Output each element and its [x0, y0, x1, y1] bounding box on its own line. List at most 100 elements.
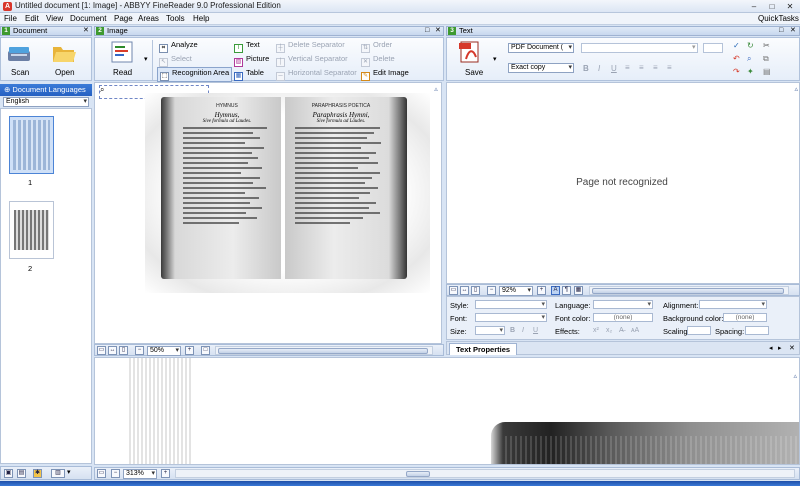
- font-select[interactable]: [475, 313, 547, 322]
- cut-icon[interactable]: ✂: [763, 41, 770, 50]
- vertical-scroll-arrows[interactable]: ▵: [432, 85, 440, 341]
- font-icon[interactable]: A: [551, 286, 560, 295]
- text-editor[interactable]: Page not recognized ▵: [446, 82, 800, 284]
- horizontal-separator-button[interactable]: ─ Horizontal Separator: [276, 68, 357, 81]
- text-zoom-select[interactable]: 92%: [499, 286, 533, 296]
- size-select[interactable]: [475, 326, 505, 335]
- paint-icon[interactable]: ✦: [747, 67, 754, 76]
- close-button[interactable]: ✕: [781, 1, 799, 12]
- alignment-select[interactable]: [699, 300, 767, 309]
- language-select[interactable]: [593, 300, 653, 309]
- zoom-out-icon[interactable]: −: [111, 469, 120, 478]
- underline-button[interactable]: U: [533, 327, 538, 334]
- image-zoom-select[interactable]: 50%: [147, 346, 181, 356]
- save-format-select[interactable]: PDF Document (: [508, 43, 574, 53]
- underline-button[interactable]: U: [611, 64, 617, 73]
- close-icon[interactable]: ✕: [435, 27, 441, 35]
- zoom-in-icon[interactable]: +: [537, 286, 546, 295]
- bold-button[interactable]: B: [510, 327, 515, 334]
- image-view[interactable]: ⌕ HYMNUS Hymnus, Sive formula ad Laudes.…: [94, 82, 442, 344]
- language-select[interactable]: English: [3, 97, 89, 107]
- menu-view[interactable]: View: [46, 14, 63, 23]
- paste-icon[interactable]: ▤: [763, 67, 771, 76]
- small-caps-icon[interactable]: ᴀA: [631, 327, 639, 334]
- chevron-down-icon[interactable]: ▾: [144, 55, 148, 63]
- zoom-in-icon[interactable]: +: [161, 469, 170, 478]
- style-select[interactable]: [475, 300, 547, 309]
- text-horizontal-scrollbar[interactable]: [589, 286, 789, 295]
- close-icon[interactable]: ✕: [790, 27, 796, 35]
- open-button[interactable]: [51, 41, 77, 65]
- layout-mode-select[interactable]: Exact copy: [508, 63, 574, 73]
- fit-width-icon[interactable]: ↔: [460, 286, 469, 295]
- image-horizontal-scrollbar[interactable]: [215, 346, 433, 355]
- delete-area-button[interactable]: ✕ Delete: [361, 54, 395, 67]
- fit-page-icon[interactable]: ▭: [97, 469, 106, 478]
- text-area-button[interactable]: T Text: [234, 40, 260, 53]
- scrollbar-thumb[interactable]: [406, 471, 430, 477]
- tab-prev-icon[interactable]: ◂: [769, 344, 773, 352]
- read-button[interactable]: [111, 41, 133, 63]
- analyze-button[interactable]: ⌗ Analyze: [159, 40, 198, 53]
- spacing-field[interactable]: [745, 326, 769, 335]
- italic-button[interactable]: I: [598, 64, 600, 73]
- find-icon[interactable]: ⌕: [747, 54, 751, 64]
- superscript-icon[interactable]: x²: [593, 327, 599, 334]
- fit-width-icon[interactable]: ↔: [108, 346, 117, 355]
- actual-size-icon[interactable]: ▯: [471, 286, 480, 295]
- picture-area-button[interactable]: ▨ Picture: [234, 54, 269, 67]
- menu-document[interactable]: Document: [70, 14, 106, 23]
- menu-file[interactable]: File: [4, 14, 17, 23]
- minimize-button[interactable]: –: [745, 1, 763, 12]
- zoom-in-icon[interactable]: +: [185, 346, 194, 355]
- italic-button[interactable]: I: [522, 327, 524, 334]
- fit-page-icon[interactable]: ▭: [97, 346, 106, 355]
- menu-areas[interactable]: Areas: [138, 14, 159, 23]
- scroll-up-icon[interactable]: ▵: [793, 372, 797, 380]
- actual-size-icon[interactable]: ▯: [119, 346, 128, 355]
- zoom-out-icon[interactable]: −: [487, 286, 496, 295]
- recognition-area-button[interactable]: ⬚ Recognition Area: [157, 67, 233, 82]
- close-icon[interactable]: ✕: [83, 27, 89, 35]
- align-left-icon[interactable]: ≡: [625, 63, 630, 72]
- table-area-button[interactable]: ▦ Table: [234, 68, 264, 81]
- menu-help[interactable]: Help: [193, 14, 209, 23]
- fullscreen-icon[interactable]: □: [201, 346, 210, 355]
- page-thumbnail-2[interactable]: [9, 201, 54, 259]
- font-name-select[interactable]: [581, 43, 698, 53]
- zoom-horizontal-scrollbar[interactable]: [175, 469, 795, 478]
- select-button[interactable]: ↖ Select: [159, 54, 192, 67]
- delete-separator-button[interactable]: ┼ Delete Separator: [276, 40, 345, 53]
- edit-image-button[interactable]: ✎ Edit Image: [361, 68, 409, 81]
- quicktasks-menu[interactable]: QuickTasks: [758, 14, 799, 23]
- spell-check-icon[interactable]: ✓: [733, 41, 740, 50]
- justify-icon[interactable]: ≡: [667, 63, 672, 72]
- align-center-icon[interactable]: ≡: [639, 63, 644, 72]
- options-icon[interactable]: ✱: [33, 469, 42, 478]
- menu-tools[interactable]: Tools: [166, 14, 185, 23]
- maximize-button[interactable]: □: [763, 1, 781, 12]
- redo-icon[interactable]: ↷: [733, 67, 740, 76]
- close-icon[interactable]: ✕: [789, 344, 795, 352]
- subscript-icon[interactable]: x₂: [606, 327, 612, 334]
- save-icon[interactable]: ▣: [4, 469, 13, 478]
- font-color-field[interactable]: (none): [593, 313, 653, 322]
- scan-button[interactable]: [7, 42, 31, 64]
- disk-icon[interactable]: ▤: [17, 469, 26, 478]
- chevron-down-icon[interactable]: ▾: [67, 468, 71, 476]
- undo-icon[interactable]: ↶: [733, 54, 740, 63]
- scaling-field[interactable]: [687, 326, 711, 335]
- view-mode-icon[interactable]: ▥: [51, 469, 65, 478]
- fit-page-icon[interactable]: ▭: [449, 286, 458, 295]
- tab-next-icon[interactable]: ▸: [778, 344, 782, 352]
- zoom-view-select[interactable]: 313%: [123, 469, 157, 479]
- copy-icon[interactable]: ⧉: [763, 54, 769, 64]
- restore-icon[interactable]: □: [779, 27, 783, 35]
- paragraph-icon[interactable]: ¶: [562, 286, 571, 295]
- align-right-icon[interactable]: ≡: [653, 63, 658, 72]
- chevron-down-icon[interactable]: ▾: [692, 43, 696, 51]
- chevron-down-icon[interactable]: ▾: [493, 55, 497, 63]
- refresh-icon[interactable]: ↻: [747, 41, 754, 50]
- strikethrough-icon[interactable]: A̶: [619, 327, 624, 334]
- menu-page[interactable]: Page: [114, 14, 133, 23]
